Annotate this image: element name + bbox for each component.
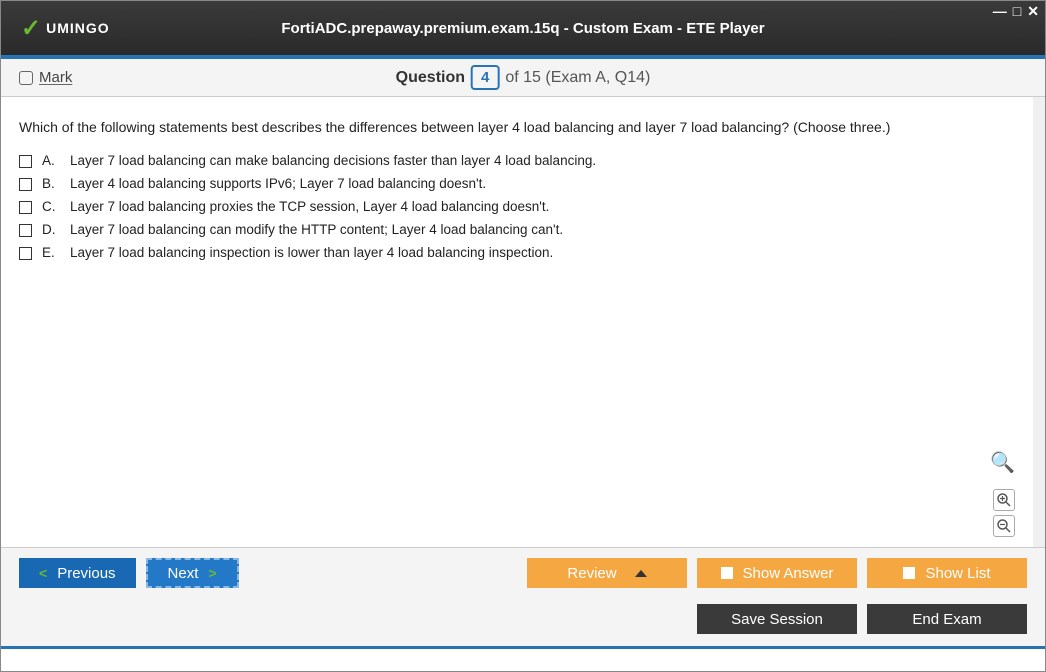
- option-row[interactable]: E. Layer 7 load balancing inspection is …: [19, 245, 1015, 260]
- close-icon[interactable]: ✕: [1027, 3, 1039, 20]
- review-button[interactable]: Review: [527, 558, 687, 588]
- question-of-text: of 15 (Exam A, Q14): [505, 69, 650, 87]
- titlebar: ✓ UMINGO FortiADC.prepaway.premium.exam.…: [1, 1, 1045, 59]
- window-controls: — □ ✕: [993, 3, 1039, 20]
- logo-text: UMINGO: [46, 20, 110, 36]
- content-area: Which of the following statements best d…: [1, 97, 1045, 547]
- option-letter: C.: [42, 199, 60, 214]
- zoom-in-icon[interactable]: [993, 489, 1015, 511]
- mark-area[interactable]: Mark: [19, 69, 72, 86]
- option-checkbox[interactable]: [19, 224, 32, 237]
- next-button[interactable]: Next>: [146, 558, 239, 588]
- triangle-up-icon: [635, 570, 647, 577]
- option-row[interactable]: D. Layer 7 load balancing can modify the…: [19, 222, 1015, 237]
- option-text: Layer 7 load balancing can modify the HT…: [70, 222, 563, 237]
- option-row[interactable]: B. Layer 4 load balancing supports IPv6;…: [19, 176, 1015, 191]
- option-letter: E.: [42, 245, 60, 260]
- question-info: Question 4 of 15 (Exam A, Q14): [396, 65, 651, 90]
- question-label: Question: [396, 69, 465, 87]
- logo-checkmark-icon: ✓: [21, 14, 42, 43]
- options-list: A. Layer 7 load balancing can make balan…: [19, 153, 1015, 260]
- zoom-controls: [993, 489, 1015, 537]
- chevron-right-icon: >: [208, 565, 216, 581]
- option-checkbox[interactable]: [19, 247, 32, 260]
- chevron-left-icon: <: [39, 565, 47, 581]
- option-letter: B.: [42, 176, 60, 191]
- end-exam-button[interactable]: End Exam: [867, 604, 1027, 634]
- checkbox-icon: [721, 567, 733, 579]
- bottom-bar-1: <Previous Next> Review Show Answer Show …: [1, 547, 1045, 598]
- checkbox-icon: [903, 567, 915, 579]
- option-checkbox[interactable]: [19, 201, 32, 214]
- previous-button[interactable]: <Previous: [19, 558, 136, 588]
- question-header: Mark Question 4 of 15 (Exam A, Q14): [1, 59, 1045, 97]
- logo: ✓ UMINGO: [21, 14, 110, 43]
- option-checkbox[interactable]: [19, 178, 32, 191]
- option-letter: A.: [42, 153, 60, 168]
- save-session-button[interactable]: Save Session: [697, 604, 857, 634]
- question-number: 4: [471, 65, 499, 90]
- option-text: Layer 7 load balancing proxies the TCP s…: [70, 199, 549, 214]
- option-letter: D.: [42, 222, 60, 237]
- question-text: Which of the following statements best d…: [19, 119, 1015, 135]
- mark-checkbox[interactable]: [19, 71, 33, 85]
- bottom-bar-2: Save Session End Exam: [1, 598, 1045, 649]
- window-title: FortiADC.prepaway.premium.exam.15q - Cus…: [281, 20, 764, 37]
- option-text: Layer 4 load balancing supports IPv6; La…: [70, 176, 486, 191]
- maximize-icon[interactable]: □: [1013, 3, 1021, 20]
- option-row[interactable]: C. Layer 7 load balancing proxies the TC…: [19, 199, 1015, 214]
- option-text: Layer 7 load balancing inspection is low…: [70, 245, 553, 260]
- minimize-icon[interactable]: —: [993, 3, 1007, 20]
- option-row[interactable]: A. Layer 7 load balancing can make balan…: [19, 153, 1015, 168]
- search-icon[interactable]: 🔍: [990, 450, 1015, 475]
- zoom-out-icon[interactable]: [993, 515, 1015, 537]
- show-answer-button[interactable]: Show Answer: [697, 558, 857, 588]
- show-list-button[interactable]: Show List: [867, 558, 1027, 588]
- option-text: Layer 7 load balancing can make balancin…: [70, 153, 596, 168]
- mark-label: Mark: [39, 69, 72, 86]
- option-checkbox[interactable]: [19, 155, 32, 168]
